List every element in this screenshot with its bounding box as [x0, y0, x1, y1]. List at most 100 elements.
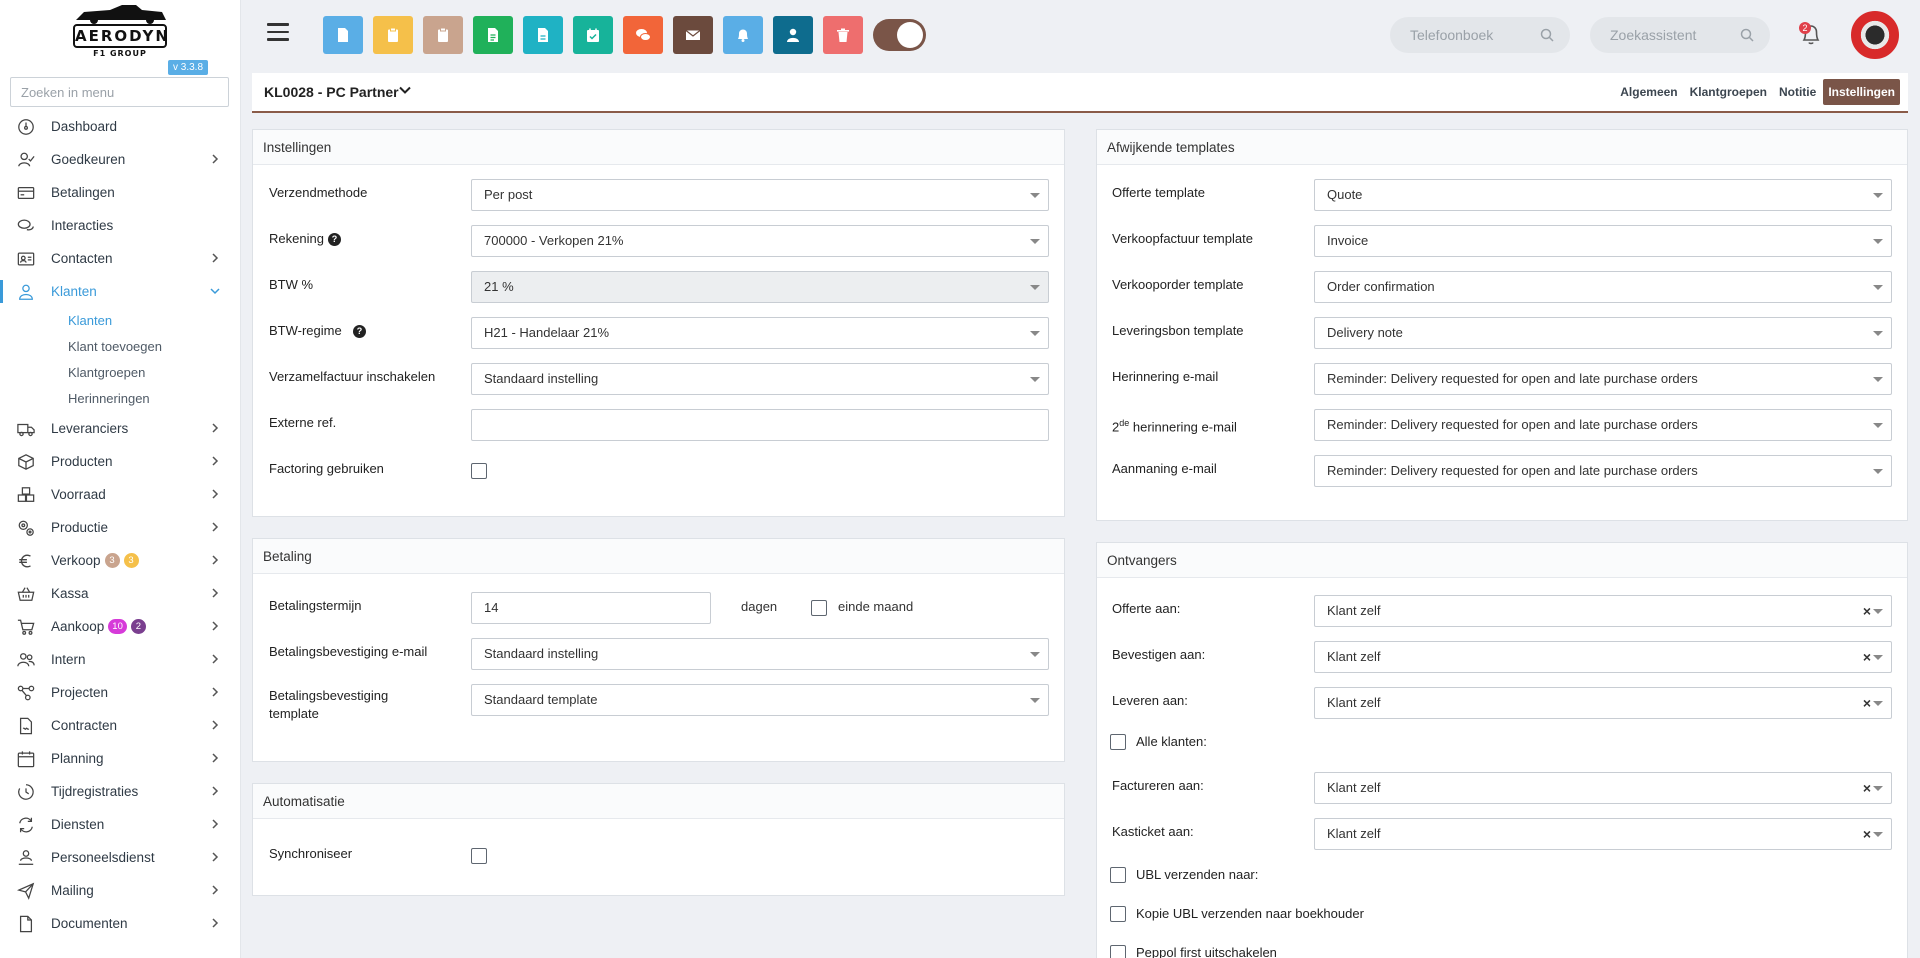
invoice-template-select[interactable]: Invoice	[1314, 225, 1892, 257]
mail-button[interactable]	[673, 16, 713, 54]
settings-row-btw-regime: BTW-regime ? H21 - Handelaar 21%	[253, 317, 1064, 349]
confirm-recipient-select[interactable]: Klant zelf ×	[1314, 641, 1892, 673]
delivery-recipient-select[interactable]: Klant zelf ×	[1314, 687, 1892, 719]
invoice-recipient-select[interactable]: Klant zelf ×	[1314, 772, 1892, 804]
sidebar-subitem-klantgroepen[interactable]: Klantgroepen	[0, 360, 240, 386]
select-value: Standaard instelling	[484, 646, 599, 661]
new-order-button[interactable]	[373, 16, 413, 54]
sidebar-item-leveranciers[interactable]: Leveranciers	[0, 412, 240, 445]
sidebar-item-productie[interactable]: Productie	[0, 511, 240, 544]
euro-icon	[16, 551, 36, 571]
clear-icon[interactable]: ×	[1863, 688, 1871, 718]
synchronize-checkbox[interactable]	[471, 848, 487, 864]
payment-term-input[interactable]: 14	[471, 592, 711, 624]
sidebar-item-label: Productie	[51, 520, 109, 535]
reminder-button[interactable]	[723, 16, 763, 54]
second-reminder-email-select[interactable]: Reminder: Delivery requested for open an…	[1314, 409, 1892, 441]
clear-icon[interactable]: ×	[1863, 642, 1871, 672]
tab-instellingen[interactable]: Instellingen	[1823, 79, 1900, 105]
interaction-button[interactable]	[623, 16, 663, 54]
dunning-email-select[interactable]: Reminder: Delivery requested for open an…	[1314, 455, 1892, 487]
phonebook-search-placeholder: Telefoonboek	[1410, 27, 1494, 43]
sidebar-item-goedkeuren[interactable]: Goedkeuren	[0, 143, 240, 176]
sidebar-item-personeelsdienst[interactable]: Personeelsdienst	[0, 841, 240, 874]
sidebar-item-producten[interactable]: Producten	[0, 445, 240, 478]
invoice-button[interactable]	[473, 16, 513, 54]
sidebar-item-voorraad[interactable]: Voorraad	[0, 478, 240, 511]
sidebar-item-interacties[interactable]: Interacties	[0, 209, 240, 242]
sidebar-item-label: Leveranciers	[51, 421, 129, 436]
payment-confirmation-template-select[interactable]: Standaard template	[471, 684, 1049, 716]
sidebar-item-betalingen[interactable]: Betalingen	[0, 176, 240, 209]
dropdown-arrow-icon	[1030, 331, 1040, 336]
delivery-note-template-select[interactable]: Delivery note	[1314, 317, 1892, 349]
new-quote-button[interactable]	[323, 16, 363, 54]
recipient-row-bevestigen: Bevestigen aan: Klant zelf ×	[1097, 641, 1907, 673]
chevron-down-icon[interactable]	[398, 83, 412, 97]
peppol-first-disable-checkbox[interactable]	[1110, 945, 1126, 958]
sidebar-subitem-herinneringen[interactable]: Herinneringen	[0, 386, 240, 412]
sidebar-item-contracten[interactable]: Contracten	[0, 709, 240, 742]
delivery-button[interactable]	[423, 16, 463, 54]
clear-icon[interactable]: ×	[1863, 596, 1871, 626]
collective-invoice-select[interactable]: Standaard instelling	[471, 363, 1049, 395]
sidebar-item-planning[interactable]: Planning	[0, 742, 240, 775]
template-row-offerte: Offerte template Quote	[1097, 179, 1907, 211]
task-button[interactable]	[573, 16, 613, 54]
account-select[interactable]: 700000 - Verkopen 21%	[471, 225, 1049, 257]
vat-regime-select[interactable]: H21 - Handelaar 21%	[471, 317, 1049, 349]
bell-icon	[738, 29, 748, 42]
sidebar-item-tijdregistraties[interactable]: Tijdregistraties	[0, 775, 240, 808]
reminder-email-select[interactable]: Reminder: Delivery requested for open an…	[1314, 363, 1892, 395]
user-avatar[interactable]	[1851, 11, 1899, 59]
tab-algemeen[interactable]: Algemeen	[1615, 79, 1682, 105]
help-icon[interactable]: ?	[352, 325, 366, 338]
menu-search-input[interactable]	[10, 77, 229, 107]
credit-note-button[interactable]	[523, 16, 563, 54]
sidebar-item-contacten[interactable]: Contacten	[0, 242, 240, 275]
clear-icon[interactable]: ×	[1863, 773, 1871, 803]
clear-icon[interactable]: ×	[1863, 819, 1871, 849]
hamburger-menu-icon[interactable]	[267, 23, 289, 43]
order-template-select[interactable]: Order confirmation	[1314, 271, 1892, 303]
sidebar-item-verkoop[interactable]: Verkoop 3 3	[0, 544, 240, 577]
sidebar-item-diensten[interactable]: Diensten	[0, 808, 240, 841]
logo[interactable]: AERODYN F1 GROUP	[70, 2, 170, 64]
sidebar-item-intern[interactable]: Intern	[0, 643, 240, 676]
sidebar-item-projecten[interactable]: Projecten	[0, 676, 240, 709]
page-title: KL0028 - PC Partner	[264, 84, 399, 100]
dropdown-arrow-icon	[1873, 469, 1883, 474]
help-icon[interactable]: ?	[327, 233, 341, 246]
end-of-month-checkbox[interactable]	[811, 600, 827, 616]
sidebar-item-mailing[interactable]: Mailing	[0, 874, 240, 907]
sidebar-subitem-klanten[interactable]: Klanten	[0, 308, 240, 334]
sidebar-item-documenten[interactable]: Documenten	[0, 907, 240, 940]
quote-template-select[interactable]: Quote	[1314, 179, 1892, 211]
ubl-copy-accountant-checkbox[interactable]	[1110, 906, 1126, 922]
sidebar-item-dashboard[interactable]: Dashboard	[0, 110, 240, 143]
theme-toggle[interactable]	[873, 19, 926, 51]
payment-row-email: Betalingsbevestiging e-mail Standaard in…	[253, 638, 1064, 670]
sidebar-item-klanten[interactable]: Klanten	[0, 275, 240, 308]
file-icon	[338, 28, 348, 42]
payment-confirmation-email-select[interactable]: Standaard instelling	[471, 638, 1049, 670]
factoring-checkbox[interactable]	[471, 463, 487, 479]
field-label: BTW %	[269, 277, 314, 292]
tab-klantgroepen[interactable]: Klantgroepen	[1685, 79, 1772, 105]
phonebook-search-input[interactable]: Telefoonboek	[1390, 17, 1570, 53]
sidebar-subitem-klant-toevoegen[interactable]: Klant toevoegen	[0, 334, 240, 360]
sidebar-item-kassa[interactable]: Kassa	[0, 577, 240, 610]
delete-button[interactable]	[823, 16, 863, 54]
select-value: H21 - Handelaar 21%	[484, 325, 610, 340]
user-button[interactable]	[773, 16, 813, 54]
ubl-send-checkbox[interactable]	[1110, 867, 1126, 883]
templates-panel-title: Afwijkende templates	[1097, 130, 1907, 165]
all-customers-checkbox[interactable]	[1110, 734, 1126, 750]
quote-recipient-select[interactable]: Klant zelf ×	[1314, 595, 1892, 627]
external-ref-input[interactable]	[471, 409, 1049, 441]
shipping-method-select[interactable]: Per post	[471, 179, 1049, 211]
sidebar-item-aankoop[interactable]: Aankoop 10 2	[0, 610, 240, 643]
tab-notitie[interactable]: Notitie	[1774, 79, 1821, 105]
assistant-search-input[interactable]: Zoekassistent	[1590, 17, 1770, 53]
receipt-recipient-select[interactable]: Klant zelf ×	[1314, 818, 1892, 850]
